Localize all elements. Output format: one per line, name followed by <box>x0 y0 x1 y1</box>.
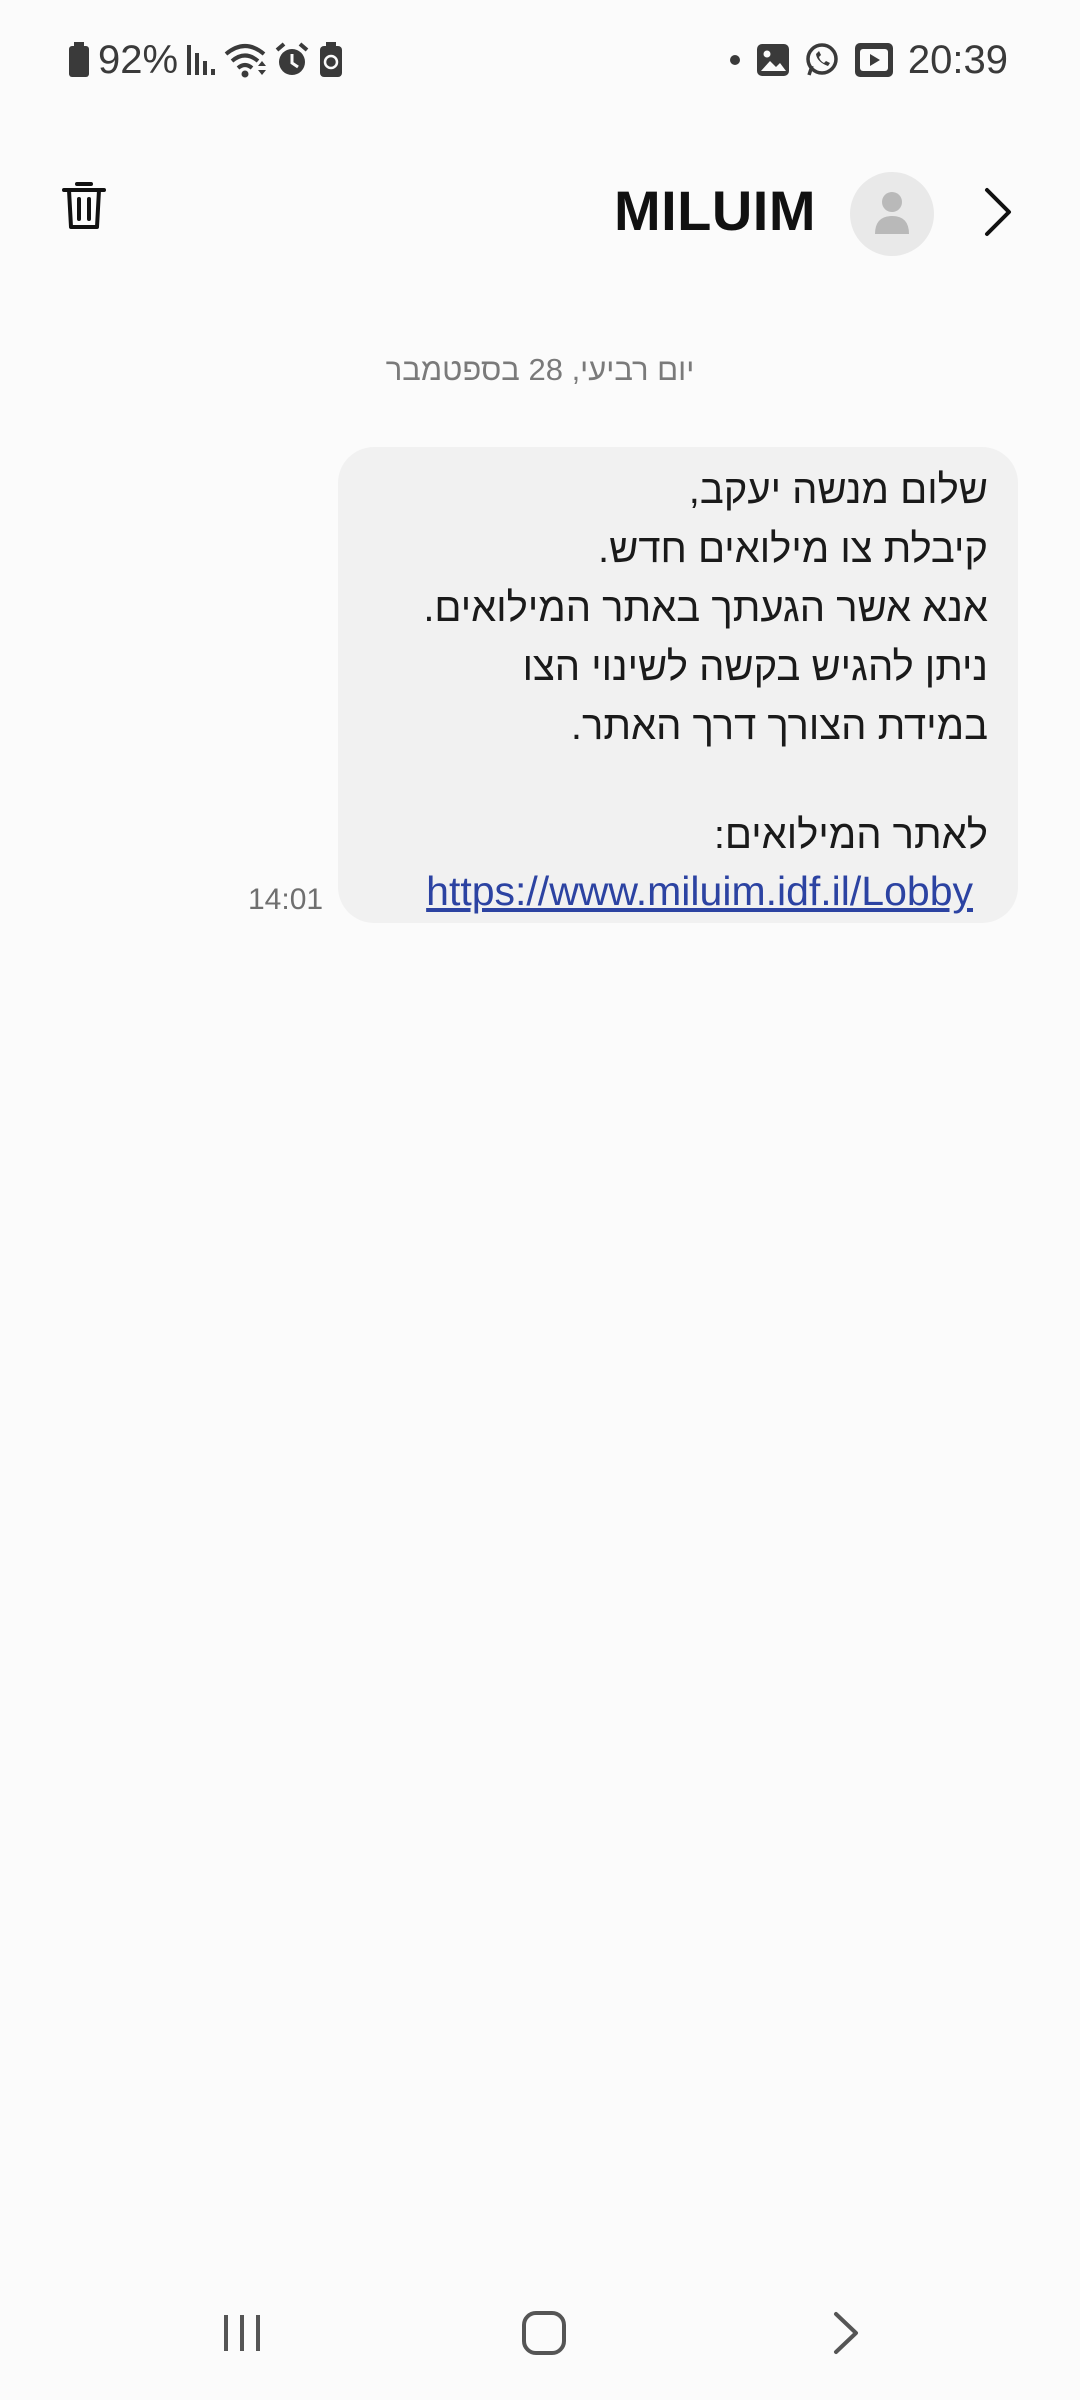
contact-avatar[interactable] <box>850 172 934 256</box>
battery-percent: 92% <box>98 37 179 82</box>
back-button[interactable] <box>806 2300 886 2370</box>
gallery-icon <box>756 43 790 77</box>
recents-button[interactable] <box>202 2300 282 2370</box>
youtube-icon <box>854 42 894 78</box>
contact-avatar-icon <box>872 189 912 240</box>
trash-icon <box>62 179 106 236</box>
wifi-icon <box>224 42 267 78</box>
home-icon <box>521 2310 567 2361</box>
conversation-header: MILUIM <box>0 150 1080 280</box>
message-timestamp: 14:01 <box>248 883 324 916</box>
message-line: קיבלת צו מילואים חדש. <box>598 527 988 571</box>
status-bar-left: 92% <box>68 30 344 90</box>
signal-icon <box>186 43 216 77</box>
recents-icon <box>221 2312 263 2359</box>
message-line: אנא אשר הגעתך באתר המילואים. <box>423 586 988 630</box>
chevron-right-icon <box>983 186 1013 243</box>
message-text: שלום מנשה יעקב, קיבלת צו מילואים חדש. אנ… <box>368 461 988 865</box>
notification-dot-icon <box>728 53 742 67</box>
date-divider: יום רביעי, 28 בספטמבר <box>385 352 695 387</box>
navigation-bar <box>0 2290 1080 2380</box>
battery-icon <box>68 42 90 78</box>
message-link[interactable]: https://www.miluim.idf.il/Lobby <box>368 865 988 917</box>
status-bar-right: 20:39 <box>728 30 1008 90</box>
clock: 20:39 <box>907 37 1008 82</box>
message-line: ניתן להגיש בקשה לשינוי הצו <box>522 645 988 689</box>
message-line: במידת הצורך דרך האתר. <box>570 704 988 748</box>
whatsapp-icon <box>804 42 840 78</box>
home-button[interactable] <box>504 2300 584 2370</box>
contact-name[interactable]: MILUIM <box>614 178 816 243</box>
message-spacer <box>368 756 988 806</box>
battery-saver-icon <box>318 42 344 78</box>
delete-button[interactable] <box>54 172 114 242</box>
back-icon <box>831 2310 861 2361</box>
message-line: שלום מנשה יעקב, <box>688 468 988 512</box>
message-link-intro: לאתר המילואים: <box>713 813 988 857</box>
message-bubble[interactable]: שלום מנשה יעקב, קיבלת צו מילואים חדש. אנ… <box>338 447 1018 923</box>
contact-details-button[interactable] <box>976 182 1020 246</box>
status-bar: 92% 20:39 <box>0 0 1080 120</box>
alarm-icon <box>274 42 310 78</box>
